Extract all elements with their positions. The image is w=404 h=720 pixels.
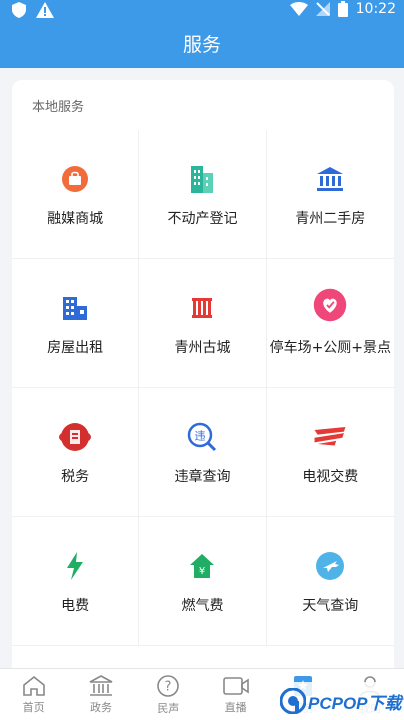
status-bar: 10:22 bbox=[0, 0, 404, 22]
tab-public-voice[interactable]: ? 民声 bbox=[135, 669, 202, 720]
service-label: 税务 bbox=[61, 469, 90, 485]
page-body: 本地服务 融媒商城 不动产登记 青州二手房 房屋出租 青州古城 停车场+公厕+景… bbox=[0, 68, 404, 680]
tab-label: 民声 bbox=[157, 701, 180, 715]
svg-text:违: 违 bbox=[195, 430, 206, 443]
video-icon bbox=[222, 676, 249, 695]
apartment-icon bbox=[58, 291, 92, 325]
violation-search-icon: 违 bbox=[185, 420, 219, 454]
service-tax[interactable]: 税务 bbox=[12, 388, 140, 517]
wifi-icon bbox=[289, 2, 308, 16]
tab-government[interactable]: 政务 bbox=[67, 669, 134, 720]
weather-plane-icon bbox=[313, 549, 347, 583]
tab-label: 政务 bbox=[89, 700, 112, 714]
lightning-icon bbox=[58, 549, 92, 583]
service-label: 不动产登记 bbox=[167, 211, 238, 227]
gas-house-icon: ¥ bbox=[185, 549, 219, 583]
service-gas-fee[interactable]: ¥ 燃气费 bbox=[139, 517, 267, 646]
service-second-hand-house[interactable]: 青州二手房 bbox=[266, 130, 394, 259]
tab-live[interactable]: 直播 bbox=[202, 669, 269, 720]
service-label: 融媒商城 bbox=[47, 211, 104, 227]
service-violation-query[interactable]: 违 违章查询 bbox=[139, 388, 267, 517]
heart-badge-icon bbox=[313, 288, 347, 325]
pcpop-logo-icon bbox=[280, 688, 306, 714]
shopping-bag-icon bbox=[58, 162, 92, 196]
local-services-card: 本地服务 融媒商城 不动产登记 青州二手房 房屋出租 青州古城 停车场+公厕+景… bbox=[12, 80, 394, 680]
service-parking-toilet-scenic[interactable]: 停车场+公厕+景点 bbox=[266, 259, 394, 388]
tax-emblem-icon bbox=[58, 420, 92, 454]
service-label: 房屋出租 bbox=[47, 340, 104, 356]
building-icon bbox=[185, 162, 219, 196]
service-label: 青州二手房 bbox=[295, 211, 366, 227]
service-real-estate[interactable]: 不动产登记 bbox=[139, 130, 267, 259]
status-time: 10:22 bbox=[355, 1, 396, 17]
tab-label: 直播 bbox=[224, 700, 247, 714]
shield-icon bbox=[12, 2, 26, 18]
question-icon: ? bbox=[157, 674, 180, 697]
home-icon bbox=[22, 675, 45, 696]
svg-text:¥: ¥ bbox=[199, 566, 205, 577]
service-label: 青州古城 bbox=[174, 340, 231, 356]
tab-home[interactable]: 首页 bbox=[0, 669, 67, 720]
government-icon bbox=[89, 674, 113, 696]
tab-label: 首页 bbox=[22, 700, 45, 714]
service-label: 电视交费 bbox=[302, 469, 359, 485]
service-house-rental[interactable]: 房屋出租 bbox=[12, 259, 140, 388]
no-signal-icon bbox=[315, 2, 330, 16]
bank-icon bbox=[313, 162, 347, 196]
warning-icon bbox=[36, 2, 54, 18]
page-title: 服务 bbox=[0, 22, 404, 68]
service-label: 燃气费 bbox=[181, 598, 224, 614]
service-label: 违章查询 bbox=[174, 469, 231, 485]
service-rongmei-mall[interactable]: 融媒商城 bbox=[12, 130, 140, 259]
old-city-icon bbox=[185, 291, 219, 325]
service-label: 停车场+公厕+景点 bbox=[269, 340, 392, 356]
tv-logo-icon bbox=[313, 420, 347, 454]
service-electricity[interactable]: 电费 bbox=[12, 517, 140, 646]
service-label: 电费 bbox=[61, 598, 90, 614]
battery-icon bbox=[337, 1, 348, 17]
service-tv-payment[interactable]: 电视交费 bbox=[266, 388, 394, 517]
watermark-text: PCPOP下载 bbox=[308, 693, 402, 713]
watermark-logo: PCPOP下载 bbox=[280, 682, 404, 720]
svg-text:?: ? bbox=[165, 679, 172, 694]
section-title: 本地服务 bbox=[32, 100, 85, 115]
service-weather-query[interactable]: 天气查询 bbox=[266, 517, 394, 646]
service-qingzhou-old-city[interactable]: 青州古城 bbox=[139, 259, 267, 388]
services-grid: 融媒商城 不动产登记 青州二手房 房屋出租 青州古城 停车场+公厕+景点 税务 … bbox=[12, 130, 394, 646]
service-label: 天气查询 bbox=[302, 598, 359, 614]
